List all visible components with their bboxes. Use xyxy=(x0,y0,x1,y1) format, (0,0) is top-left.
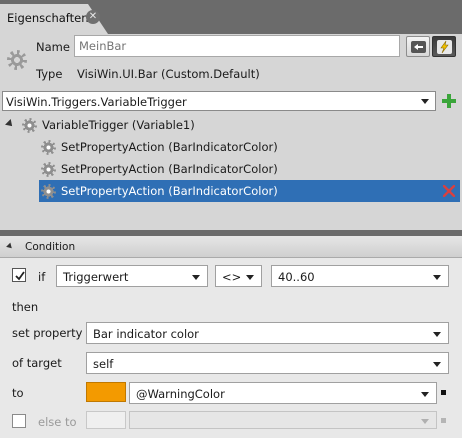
gear-icon xyxy=(41,140,56,155)
then-label: then xyxy=(12,300,39,314)
tree-item-label: SetPropertyAction (BarIndicatorColor) xyxy=(61,162,278,176)
condition-value-select[interactable]: 40..60 xyxy=(271,265,449,287)
tree-item-action-selected[interactable]: SetPropertyAction (BarIndicatorColor) xyxy=(39,180,460,202)
name-field[interactable] xyxy=(74,35,400,57)
events-icon xyxy=(411,41,426,53)
chevron-down-icon xyxy=(421,392,429,397)
target-value: self xyxy=(93,357,114,371)
chevron-down-icon xyxy=(421,99,429,104)
lightning-icon xyxy=(437,40,452,54)
if-label: if xyxy=(38,270,46,284)
collapse-arrow-icon[interactable] xyxy=(6,242,14,251)
condition-section-header[interactable]: Condition xyxy=(0,236,462,258)
to-value-select[interactable]: @WarningColor xyxy=(129,382,437,404)
tab-title: Eigenschaften xyxy=(7,11,89,25)
gear-icon xyxy=(41,162,56,177)
of-target-label: of target xyxy=(12,356,62,370)
target-select[interactable]: self xyxy=(86,352,449,374)
trigger-type-value: VisiWin.Triggers.VariableTrigger xyxy=(6,95,187,109)
type-label: Type xyxy=(36,67,63,81)
triggers-button[interactable] xyxy=(432,36,456,57)
gear-icon xyxy=(22,118,37,133)
name-label: Name xyxy=(36,40,70,54)
chevron-down-icon xyxy=(433,275,441,280)
tree-item-action[interactable]: SetPropertyAction (BarIndicatorColor) xyxy=(39,136,279,158)
condition-source-select[interactable]: Triggerwert xyxy=(56,265,208,287)
chevron-down-icon xyxy=(246,275,254,280)
property-value: Bar indicator color xyxy=(93,327,199,341)
color-swatch[interactable] xyxy=(86,382,126,402)
tree-item-label: SetPropertyAction (BarIndicatorColor) xyxy=(61,184,278,198)
tree-item-label: VariableTrigger (Variable1) xyxy=(42,118,195,132)
checkmark-icon xyxy=(15,271,25,281)
operator-value: <> xyxy=(222,270,242,284)
resource-marker-icon[interactable] xyxy=(441,390,446,395)
section-title: Condition xyxy=(25,241,76,253)
delete-icon[interactable] xyxy=(443,185,455,197)
events-button[interactable] xyxy=(406,36,430,57)
gear-icon xyxy=(7,50,27,70)
chevron-down-icon xyxy=(433,362,441,367)
condition-value: 40..60 xyxy=(278,270,315,284)
to-label: to xyxy=(12,386,24,400)
tree-item-label: SetPropertyAction (BarIndicatorColor) xyxy=(61,140,278,154)
chevron-down-icon xyxy=(192,275,200,280)
if-checkbox[interactable] xyxy=(12,268,26,282)
trigger-type-select[interactable]: VisiWin.Triggers.VariableTrigger xyxy=(2,91,436,111)
close-icon[interactable]: ✕ xyxy=(86,10,100,24)
gear-icon xyxy=(41,184,56,199)
else-to-label: else to xyxy=(38,415,77,429)
property-select[interactable]: Bar indicator color xyxy=(86,322,449,344)
tree-item-action[interactable]: SetPropertyAction (BarIndicatorColor) xyxy=(39,158,279,180)
else-color-swatch xyxy=(86,411,126,429)
set-property-label: set property xyxy=(12,326,83,340)
chevron-down-icon xyxy=(421,419,429,424)
tree-item-variable-trigger[interactable]: VariableTrigger (Variable1) xyxy=(20,114,220,136)
else-resource-marker-icon xyxy=(441,418,446,423)
condition-source-value: Triggerwert xyxy=(63,270,129,284)
type-value: VisiWin.UI.Bar (Custom.Default) xyxy=(77,67,260,81)
add-trigger-icon[interactable] xyxy=(441,93,457,109)
to-value: @WarningColor xyxy=(136,387,225,401)
chevron-down-icon xyxy=(433,332,441,337)
else-checkbox[interactable] xyxy=(12,414,26,428)
else-value-select xyxy=(129,411,437,429)
operator-select[interactable]: <> xyxy=(215,265,262,287)
